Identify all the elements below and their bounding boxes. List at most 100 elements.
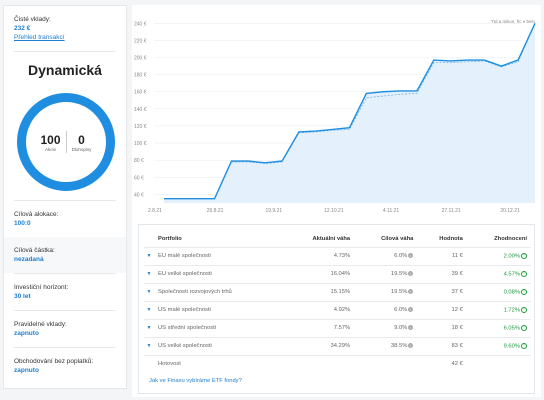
expand-chevron-icon[interactable]: ▼ <box>144 318 154 337</box>
cash-row: Hotovost 42 € <box>144 354 531 373</box>
fund-value: 11 € <box>417 246 467 265</box>
fund-value: 83 € <box>417 336 467 355</box>
divider <box>14 51 116 52</box>
fund-name: EU velké společnosti <box>154 264 283 283</box>
fund-value: 12 € <box>417 300 467 319</box>
fee-free-section[interactable]: Obchodování bez poplatků: zapnuto <box>4 348 126 384</box>
target-weight-cell: 19.5% i <box>354 264 418 283</box>
info-icon[interactable]: i <box>408 271 414 276</box>
gain-cell: 9.60% ↑ <box>466 336 531 355</box>
portfolio-value-chart: 40 € 60 € 80 € 100 € 120 € 140 € 160 € 180 € 200… <box>134 19 536 214</box>
target-allocation-section: Cílová alokace: 100:0 <box>4 201 126 237</box>
arrow-up-icon: ↑ <box>521 288 527 295</box>
target-weight-cell: 19.5% i <box>354 282 418 301</box>
current-weight: 15.15% <box>282 282 355 301</box>
x-tick-label: 29.8.21 <box>207 208 224 214</box>
horizon-section[interactable]: Investiční horizont: 30 let <box>4 274 126 310</box>
info-icon[interactable]: i <box>408 253 414 258</box>
info-icon[interactable]: i <box>408 289 414 294</box>
target-weight: 6.0% <box>394 253 408 259</box>
target-weight: 38.5% <box>390 343 408 349</box>
gain-value: 2.00% <box>503 253 520 260</box>
y-tick-label: 240 € <box>134 21 147 27</box>
current-weight: 4.92% <box>282 300 355 319</box>
x-tick-label: 20.12.21 <box>500 208 520 214</box>
portfolio-table: Portfolio Aktuální váha Cílová váha Hodn… <box>144 232 531 373</box>
y-tick-label: 220 € <box>134 38 147 44</box>
current-weight: 7.57% <box>282 318 355 337</box>
regular-deposits-value: zapnuto <box>14 330 39 337</box>
etf-selection-link[interactable]: Jak ve Finaxu vybíráme ETF fondy? <box>149 378 242 384</box>
regular-deposits-section[interactable]: Pravidelné vklady: zapnuto <box>4 311 126 347</box>
y-tick-label: 100 € <box>134 141 147 147</box>
expand-chevron-icon[interactable]: ▼ <box>144 336 154 355</box>
horizon-label: Investiční horizont: <box>14 284 69 291</box>
fee-free-label: Obchodování bez poplatků: <box>14 358 94 365</box>
x-tick-label: 12.10.21 <box>324 208 344 214</box>
stocks-label: Akcie <box>44 146 56 152</box>
gain-value: 9.60% <box>503 343 520 350</box>
strategy-title: Dynamická <box>28 62 102 78</box>
area-fill <box>164 23 535 204</box>
regular-deposits-label: Pravidelné vklady: <box>14 321 67 328</box>
header-value: Hodnota <box>439 236 463 243</box>
table-row[interactable]: ▼ EU malé společnosti 4.73% 6.0% i 11 €2.00% ↑ <box>144 246 531 265</box>
gain-cell: 6.05% ↑ <box>466 318 531 337</box>
allocation-donut: 100 Akcie 0 Dluhopisy <box>17 93 115 191</box>
fund-name: EU malé společnosti <box>154 246 283 265</box>
header-spacer <box>144 232 154 247</box>
table-row[interactable]: ▼ Společnosti rozvojových trhů 15.15% 19.5%… <box>144 282 531 301</box>
fund-name: US velké společnosti <box>154 336 283 355</box>
transactions-link[interactable]: Přehled transakcí <box>14 33 116 42</box>
header-target-weight: Cílová váha <box>381 236 414 243</box>
cash-spacer <box>144 354 154 373</box>
expand-chevron-icon[interactable]: ▼ <box>144 264 154 283</box>
empty-cell <box>466 354 531 373</box>
gain-cell: 2.00% ↑ <box>466 246 531 265</box>
target-weight: 6.0% <box>394 307 408 313</box>
fund-name: US střední společnosti <box>154 318 283 337</box>
table-row[interactable]: ▼ US střední společnosti 7.57% 9.0% i 18 €6.0… <box>144 318 531 337</box>
target-allocation-value: 100:0 <box>14 220 31 227</box>
portfolio-sidebar: Čisté vklady: 232 € Přehled transakcí Dy… <box>3 5 127 389</box>
bonds-value: 0 <box>78 132 85 147</box>
arrow-up-icon: ↑ <box>521 270 527 277</box>
x-tick-label: 4.11.21 <box>383 208 400 214</box>
gain-value: 6.05% <box>503 325 520 332</box>
info-icon[interactable]: i <box>408 343 414 348</box>
gain-cell: 1.72% ↑ <box>466 300 531 319</box>
table-row[interactable]: ▼ US velké společnosti 34.29% 38.5% i 83 €9.6… <box>144 336 531 355</box>
fund-value: 18 € <box>417 318 467 337</box>
target-allocation-label: Cílová alokace: <box>14 211 59 218</box>
target-amount-label: Cílová částka: <box>14 247 55 254</box>
y-tick-label: 200 € <box>134 56 147 62</box>
info-icon[interactable]: i <box>408 307 414 312</box>
expand-chevron-icon[interactable]: ▼ <box>144 246 154 265</box>
header-portfolio: Portfolio <box>158 236 182 243</box>
fund-name: US malé společnosti <box>154 300 283 319</box>
target-weight: 19.5% <box>390 271 408 277</box>
table-row[interactable]: ▼ EU velké společnosti 16.04% 19.5% i 39 €4.5… <box>144 264 531 283</box>
fund-value: 39 € <box>417 264 467 283</box>
current-weight: 34.29% <box>282 336 355 355</box>
stocks-value: 100 <box>40 132 61 147</box>
horizon-value: 30 let <box>14 293 31 300</box>
y-tick-label: 80 € <box>134 158 144 164</box>
empty-cell <box>282 354 355 373</box>
target-weight: 9.0% <box>394 325 408 331</box>
gain-value: 4.57% <box>503 271 520 278</box>
table-row[interactable]: ▼ US malé společnosti 4.92% 6.0% i 12 €1.72% ↑ <box>144 300 531 319</box>
gain-value: 0.08% <box>503 289 520 296</box>
gain-value: 1.72% <box>503 307 520 314</box>
header-gain: Zhodnocení <box>494 236 527 243</box>
expand-chevron-icon[interactable]: ▼ <box>144 282 154 301</box>
info-icon[interactable]: i <box>408 325 414 330</box>
expand-chevron-icon[interactable]: ▼ <box>144 300 154 319</box>
x-tick-label: 2.8.21 <box>148 208 162 214</box>
table-header-row: Portfolio Aktuální váha Cílová váha Hodn… <box>144 232 531 247</box>
header-current-weight: Aktuální váha <box>312 236 351 243</box>
arrow-up-icon: ↑ <box>521 342 527 349</box>
gain-cell: 0.08% ↑ <box>466 282 531 301</box>
fund-value: 37 € <box>417 282 467 301</box>
target-amount-section[interactable]: Cílová částka: nezadaná <box>4 237 126 273</box>
